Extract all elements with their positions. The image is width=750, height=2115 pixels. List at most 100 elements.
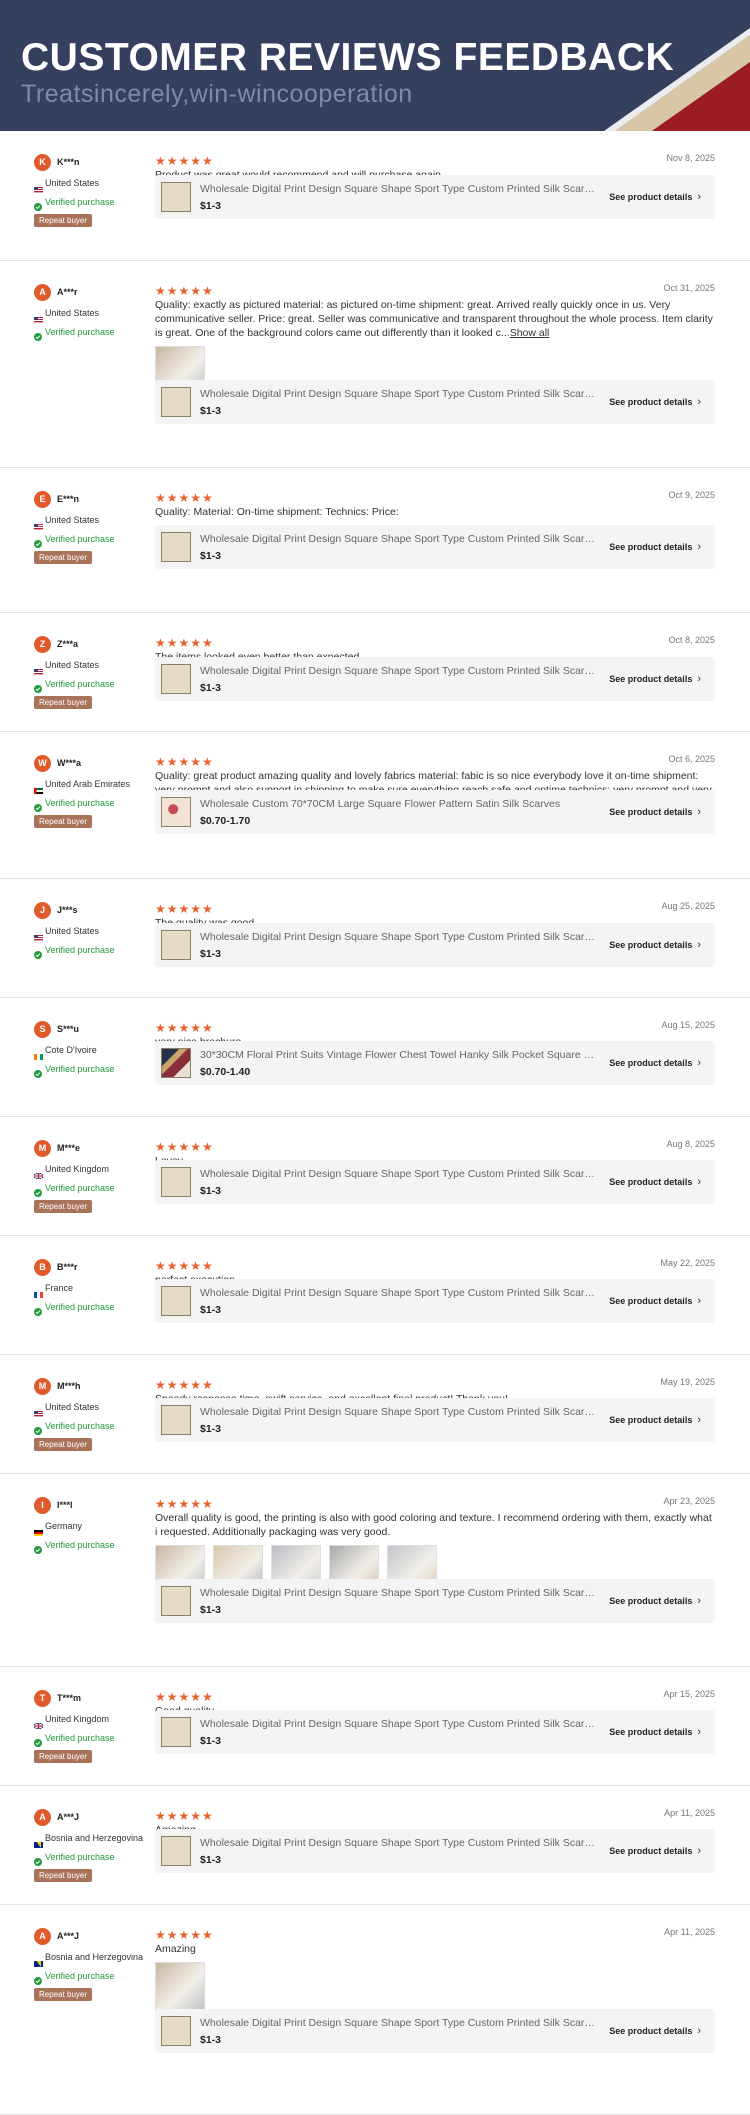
product-card[interactable]: Wholesale Digital Print Design Square Sh…	[155, 525, 715, 569]
verified-purchase-label: Verified purchase	[45, 1420, 115, 1431]
see-product-details-link[interactable]: See product details ›	[609, 1295, 701, 1307]
chevron-right-icon: ›	[697, 1414, 701, 1426]
see-product-details-link[interactable]: See product details ›	[609, 1176, 701, 1188]
product-name: Wholesale Digital Print Design Square Sh…	[200, 1717, 595, 1730]
review-card: A A***J Bosnia and Herzegovina Verified pur…	[0, 1905, 750, 2115]
rating-row: ★★★★★ Apr 23, 2025	[155, 1495, 715, 1511]
reviewer-info: M M***e United Kingdom Verified purchase Rep…	[33, 1138, 154, 1214]
product-info: Wholesale Digital Print Design Square Sh…	[200, 665, 609, 694]
see-product-details-link[interactable]: See product details ›	[609, 1595, 701, 1607]
check-circle-icon	[34, 680, 42, 693]
reviewer-row: B B***r	[34, 1257, 154, 1277]
star-rating-icon: ★★★★★	[155, 1809, 214, 1823]
repeat-buyer-badge: Repeat buyer	[34, 1988, 93, 2001]
product-card[interactable]: Wholesale Digital Print Design Square Sh…	[155, 380, 715, 424]
star-rating-icon: ★★★★★	[155, 1497, 214, 1511]
review-content: ★★★★★ Oct 9, 2025 Quality: Material: On-ti…	[155, 489, 715, 613]
chevron-right-icon: ›	[697, 1595, 701, 1607]
product-info: Wholesale Digital Print Design Square Sh…	[200, 388, 609, 417]
avatar: A	[34, 283, 51, 301]
product-info: Wholesale Digital Print Design Square Sh…	[200, 1406, 609, 1435]
product-name: Wholesale Digital Print Design Square Sh…	[200, 930, 595, 943]
reviewer-name: K***n	[57, 157, 80, 167]
repeat-buyer-badge: Repeat buyer	[34, 696, 93, 709]
product-card[interactable]: Wholesale Digital Print Design Square Sh…	[155, 1710, 715, 1754]
country-name: United States	[45, 514, 100, 525]
review-card: T T***m United Kingdom Verified purchase Rep…	[0, 1667, 750, 1786]
review-text-body: Quality: Material: On-time shipment: Tec…	[155, 506, 399, 518]
see-product-details-link[interactable]: See product details ›	[609, 191, 701, 203]
product-info: Wholesale Custom 70*70CM Large Square Fl…	[200, 798, 609, 827]
product-card[interactable]: Wholesale Digital Print Design Square Sh…	[155, 657, 715, 701]
see-product-details-link[interactable]: See product details ›	[609, 1845, 701, 1857]
avatar: A	[34, 1808, 51, 1826]
product-info: Wholesale Digital Print Design Square Sh…	[200, 1587, 609, 1616]
chevron-right-icon: ›	[697, 1726, 701, 1738]
product-card[interactable]: 30*30CM Floral Print Suits Vintage Flowe…	[155, 1041, 715, 1085]
review-date: Oct 6, 2025	[668, 754, 715, 764]
flag-icon	[34, 517, 43, 530]
product-card[interactable]: Wholesale Digital Print Design Square Sh…	[155, 1829, 715, 1873]
product-price: $1-3	[200, 1303, 222, 1316]
product-card[interactable]: Wholesale Digital Print Design Square Sh…	[155, 1160, 715, 1204]
product-card[interactable]: Wholesale Custom 70*70CM Large Square Fl…	[155, 790, 715, 834]
check-circle-icon	[34, 946, 42, 959]
country-row: United Kingdom	[33, 1712, 154, 1729]
review-text: Overall quality is good, the printing is…	[155, 1511, 715, 1539]
product-price: $1-3	[200, 2033, 222, 2046]
see-product-details-link[interactable]: See product details ›	[609, 1414, 701, 1426]
see-product-details-label: See product details	[609, 1846, 693, 1856]
show-all-link[interactable]: Show all	[510, 327, 550, 339]
rating-row: ★★★★★ May 19, 2025	[155, 1376, 715, 1391]
see-product-details-link[interactable]: See product details ›	[609, 806, 701, 818]
star-rating-icon: ★★★★★	[155, 1259, 214, 1273]
see-product-details-label: See product details	[609, 542, 693, 552]
see-product-details-link[interactable]: See product details ›	[609, 1057, 701, 1069]
product-card[interactable]: Wholesale Digital Print Design Square Sh…	[155, 1579, 715, 1623]
product-name: Wholesale Digital Print Design Square Sh…	[200, 1836, 595, 1849]
review-content: ★★★★★ Oct 31, 2025 Quality: exactly as pic…	[155, 282, 715, 468]
chevron-right-icon: ›	[697, 541, 701, 553]
verified-purchase-label: Verified purchase	[45, 944, 115, 955]
see-product-details-link[interactable]: See product details ›	[609, 939, 701, 951]
product-name: 30*30CM Floral Print Suits Vintage Flowe…	[200, 1048, 595, 1061]
product-card[interactable]: Wholesale Digital Print Design Square Sh…	[155, 923, 715, 967]
product-card[interactable]: Wholesale Digital Print Design Square Sh…	[155, 1398, 715, 1442]
see-product-details-label: See product details	[609, 1415, 693, 1425]
check-circle-icon	[34, 198, 42, 211]
product-card[interactable]: Wholesale Digital Print Design Square Sh…	[155, 2009, 715, 2053]
product-card[interactable]: Wholesale Digital Print Design Square Sh…	[155, 175, 715, 219]
avatar: J	[34, 901, 51, 919]
see-product-details-link[interactable]: See product details ›	[609, 1726, 701, 1738]
reviewer-row: I I***l	[34, 1495, 154, 1515]
verified-purchase-label: Verified purchase	[45, 1063, 115, 1074]
see-product-details-link[interactable]: See product details ›	[609, 673, 701, 685]
verified-purchase-label: Verified purchase	[45, 1539, 115, 1550]
verified-purchase-label: Verified purchase	[45, 196, 115, 207]
star-rating-icon: ★★★★★	[155, 636, 214, 650]
see-product-details-link[interactable]: See product details ›	[609, 396, 701, 408]
verified-purchase-label: Verified purchase	[45, 1182, 115, 1193]
see-product-details-label: See product details	[609, 192, 693, 202]
product-name: Wholesale Digital Print Design Square Sh…	[200, 387, 595, 400]
decorative-stripes-icon	[604, 28, 750, 131]
flag-icon	[34, 1835, 43, 1848]
reviewer-row: T T***m	[34, 1688, 154, 1708]
see-product-details-link[interactable]: See product details ›	[609, 541, 701, 553]
review-date: Aug 25, 2025	[661, 901, 715, 911]
see-product-details-link[interactable]: See product details ›	[609, 2025, 701, 2037]
star-rating-icon: ★★★★★	[155, 284, 214, 298]
reviewer-info: Z Z***a United States Verified purchase Repe…	[34, 634, 154, 710]
review-text: Quality: Material: On-time shipment: Tec…	[155, 505, 715, 519]
country-row: Bosnia and Herzegovina	[34, 1831, 154, 1848]
flag-icon	[33, 1716, 44, 1729]
verified-row: Verified purchase	[34, 1419, 154, 1435]
product-price: $1-3	[200, 1853, 222, 1866]
avatar: M	[34, 1139, 51, 1157]
chevron-right-icon: ›	[697, 1176, 701, 1188]
review-card: E E***n United States Verified purchase Repe…	[0, 468, 750, 613]
product-card[interactable]: Wholesale Digital Print Design Square Sh…	[155, 1279, 715, 1323]
review-text-body: Quality: exactly as pictured material: a…	[155, 299, 713, 339]
product-thumbnail	[161, 1048, 191, 1078]
review-date: Oct 8, 2025	[668, 635, 715, 645]
